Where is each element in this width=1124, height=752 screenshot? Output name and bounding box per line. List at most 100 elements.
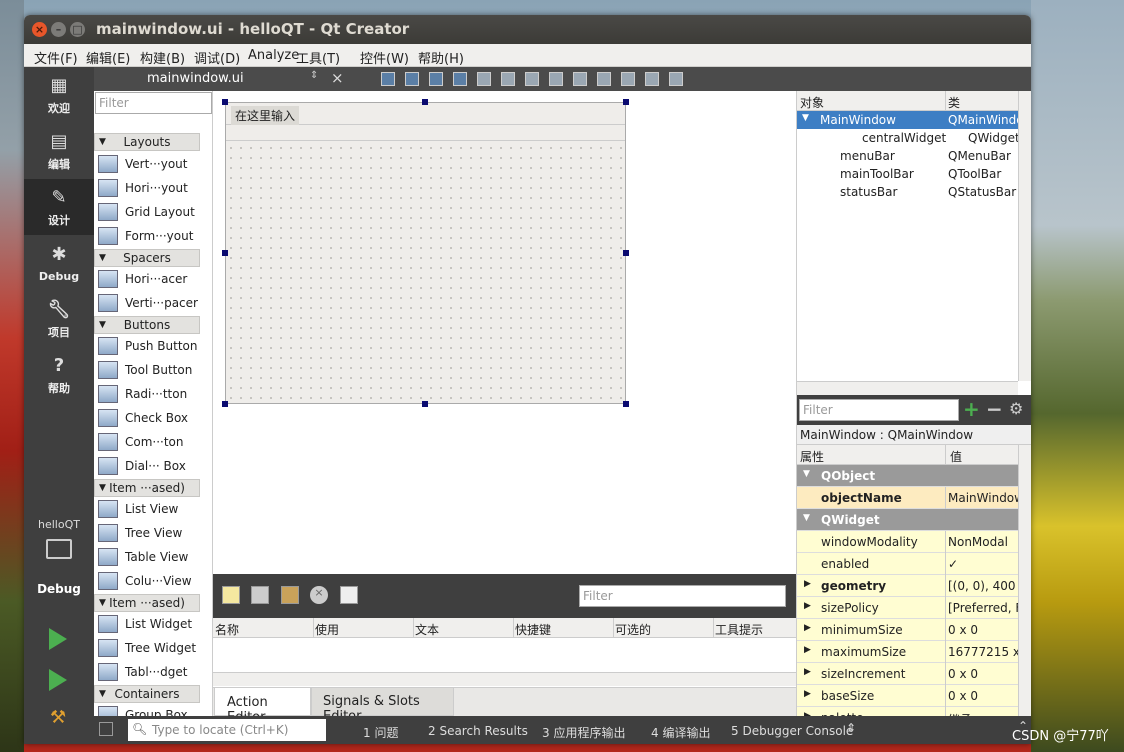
output-pane-button[interactable]: 2 Search Results	[428, 724, 528, 738]
output-pane-button[interactable]: 5 Debugger Console	[731, 724, 853, 738]
mode-pencil[interactable]: ✎ 设计	[24, 179, 94, 235]
property-value[interactable]: NonModal	[948, 535, 1018, 549]
widget-item[interactable]: Radi···tton	[98, 383, 202, 405]
widget-item[interactable]: Table View	[98, 546, 202, 568]
resize-handle[interactable]	[222, 401, 228, 407]
property-group[interactable]: ▼ QObject	[797, 465, 1018, 487]
object-row[interactable]: mainToolBar QToolBar	[797, 165, 1018, 183]
output-pane-button[interactable]: 1 问题	[363, 724, 398, 741]
resize-handle[interactable]	[422, 401, 428, 407]
resize-handle[interactable]	[222, 250, 228, 256]
property-value[interactable]: [(0, 0), 400 x	[948, 579, 1018, 593]
menu-type-here[interactable]: 在这里输入	[231, 106, 300, 125]
property-value[interactable]: 0 x 0	[948, 667, 1018, 681]
resize-handle[interactable]	[623, 99, 629, 105]
property-value[interactable]: MainWindow	[948, 491, 1018, 505]
property-vscrollbar[interactable]	[1018, 445, 1031, 716]
paste-action-icon[interactable]	[281, 586, 299, 604]
widget-item[interactable]: Com···ton	[98, 431, 202, 453]
property-row[interactable]: windowModality NonModal	[797, 531, 1018, 553]
menu-item[interactable]: 编辑(E)	[86, 48, 130, 67]
widget-item[interactable]: Grid Layout	[98, 201, 202, 223]
property-row[interactable]: ▶ sizePolicy [Preferred, F	[797, 597, 1018, 619]
mode-grid[interactable]: ▦ 欢迎	[24, 67, 94, 123]
property-row[interactable]: enabled ✓	[797, 553, 1018, 575]
property-group[interactable]: ▼ QWidget	[797, 509, 1018, 531]
widget-item[interactable]: List Widget	[98, 613, 202, 635]
widget-item[interactable]: Tabl···dget	[98, 661, 202, 683]
pane-menu-icon[interactable]: ⇕	[846, 721, 856, 735]
copy-action-icon[interactable]	[251, 586, 269, 604]
property-row[interactable]: ▶ sizeIncrement 0 x 0	[797, 663, 1018, 685]
widget-item[interactable]: Form···yout	[98, 225, 202, 247]
action-filter-input[interactable]: Filter	[579, 585, 786, 607]
form-layout-tool-icon[interactable]	[669, 72, 683, 86]
object-row[interactable]: statusBar QStatusBar	[797, 183, 1018, 201]
minimize-icon[interactable]: –	[51, 22, 66, 37]
property-value[interactable]: 16777215 x 1	[948, 645, 1018, 659]
target-project[interactable]: helloQT	[24, 518, 94, 531]
widget-item[interactable]: Hori···yout	[98, 177, 202, 199]
widget-category[interactable]: ▼ Item ···ased)	[94, 594, 200, 612]
configure-wrench-icon[interactable]: ⚙	[1009, 399, 1023, 418]
close-document-icon[interactable]: ×	[331, 69, 344, 87]
widget-item[interactable]: Vert···yout	[98, 153, 202, 175]
delete-action-icon[interactable]: ×	[310, 586, 328, 604]
mode-document[interactable]: ▤ 编辑	[24, 123, 94, 179]
object-vscrollbar[interactable]	[1018, 91, 1031, 381]
property-value[interactable]: 0 x 0	[948, 623, 1018, 637]
tab-action-editor[interactable]: Action Editor	[214, 688, 311, 725]
configure-action-icon[interactable]	[340, 586, 358, 604]
widget-item[interactable]: Tree Widget	[98, 637, 202, 659]
action-hscrollbar[interactable]	[213, 672, 796, 686]
object-row[interactable]: ▼ MainWindow QMainWindo	[797, 111, 1018, 129]
property-value[interactable]: ✓	[948, 557, 1018, 571]
widget-category[interactable]: ▼ Buttons	[94, 316, 200, 334]
property-row[interactable]: ▶ minimumSize 0 x 0	[797, 619, 1018, 641]
form-layout-tool-icon[interactable]	[429, 72, 443, 86]
form-layout-tool-icon[interactable]	[645, 72, 659, 86]
menu-item[interactable]: 构建(B)	[140, 48, 185, 67]
resize-handle[interactable]	[422, 99, 428, 105]
output-pane-button[interactable]: 4 编译输出	[651, 724, 710, 741]
widget-item[interactable]: Tool Button	[98, 359, 202, 381]
close-icon[interactable]: ×	[32, 22, 47, 37]
property-filter-input[interactable]: Filter	[799, 399, 959, 421]
widget-category[interactable]: ▼ Spacers	[94, 249, 200, 267]
maximize-icon[interactable]: □	[70, 22, 85, 37]
mode-bug[interactable]: ✱ Debug	[24, 235, 94, 291]
property-row[interactable]: ▶ geometry [(0, 0), 400 x	[797, 575, 1018, 597]
property-value[interactable]: [Preferred, F	[948, 601, 1018, 615]
resize-handle[interactable]	[222, 99, 228, 105]
widget-item[interactable]: Hori···acer	[98, 268, 202, 290]
menu-item[interactable]: 帮助(H)	[418, 48, 464, 67]
form-layout-tool-icon[interactable]	[501, 72, 515, 86]
object-hscrollbar[interactable]	[797, 381, 1018, 395]
property-row[interactable]: ▶ maximumSize 16777215 x 1	[797, 641, 1018, 663]
property-row[interactable]: objectName MainWindow	[797, 487, 1018, 509]
run-icon[interactable]	[49, 628, 67, 650]
target-config[interactable]: Debug	[24, 582, 94, 596]
debug-run-icon[interactable]	[49, 669, 67, 691]
sidebar-toggle-icon[interactable]	[99, 722, 113, 736]
object-row[interactable]: centralWidget QWidget	[797, 129, 1020, 147]
tab-signals-slots[interactable]: Signals & Slots Editor	[311, 688, 454, 724]
output-pane-button[interactable]: 3 应用程序输出	[542, 724, 625, 741]
widget-filter-input[interactable]: Filter	[95, 92, 212, 114]
menu-item[interactable]: Analyze	[248, 48, 299, 63]
widget-category[interactable]: ▼ Containers	[94, 685, 200, 703]
form-layout-tool-icon[interactable]	[381, 72, 395, 86]
form-layout-tool-icon[interactable]	[453, 72, 467, 86]
widget-item[interactable]: Tree View	[98, 522, 202, 544]
resize-handle[interactable]	[623, 250, 629, 256]
property-value[interactable]: 0 x 0	[948, 689, 1018, 703]
menu-item[interactable]: 调试(D)	[194, 48, 240, 67]
form-layout-tool-icon[interactable]	[525, 72, 539, 86]
monitor-icon[interactable]	[46, 539, 72, 559]
menu-item[interactable]: 文件(F)	[34, 48, 78, 67]
menu-item[interactable]: 工具(T)	[296, 48, 340, 67]
form-layout-tool-icon[interactable]	[405, 72, 419, 86]
property-row[interactable]: ▶ baseSize 0 x 0	[797, 685, 1018, 707]
form-layout-tool-icon[interactable]	[597, 72, 611, 86]
menu-item[interactable]: 控件(W)	[360, 48, 409, 67]
